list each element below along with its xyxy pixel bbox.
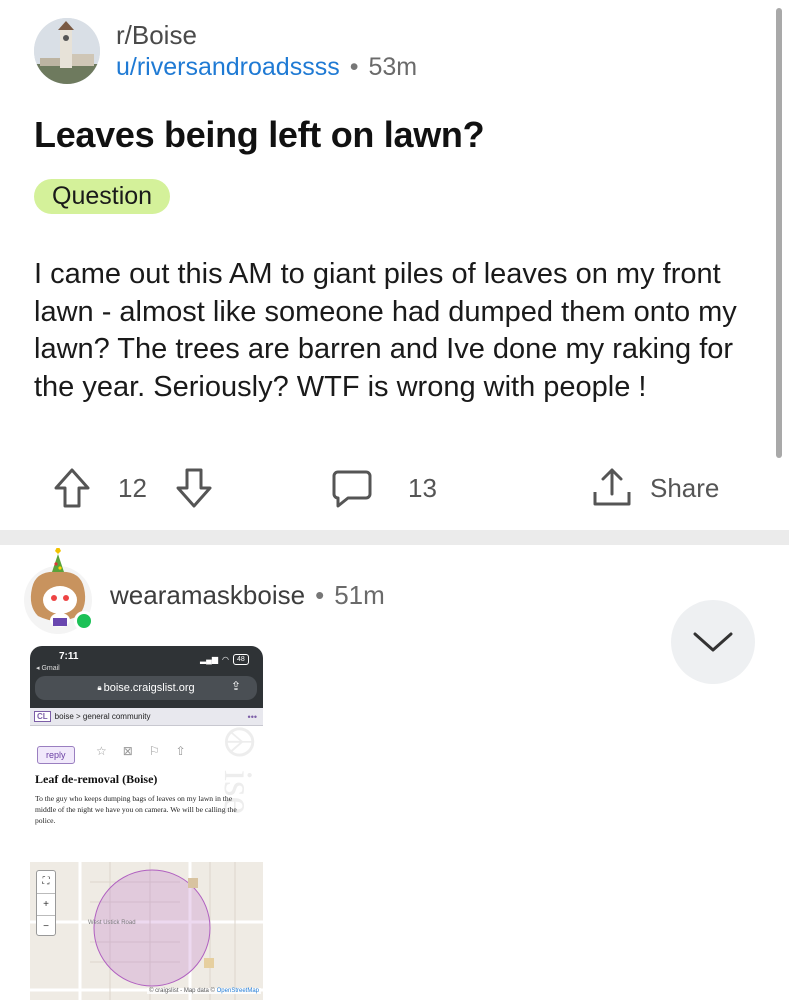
image-url-bar: 🔒︎ boise.craigslist.org	[35, 676, 257, 700]
image-url: boise.craigslist.org	[103, 682, 195, 694]
post-author[interactable]: u/riversandroadssss	[116, 51, 340, 83]
hide-icon: ⊠	[122, 744, 133, 758]
image-post-icons: ☆ ⊠ ⚐ ⇧	[96, 744, 186, 758]
upload-icon: ⇧	[175, 744, 186, 758]
flag-icon: ⚐	[148, 744, 160, 758]
post-header: r/Boise u/riversandroadssss • 53m	[34, 16, 417, 86]
upvote-button[interactable]	[52, 462, 92, 514]
zoom-out-icon: −	[37, 915, 55, 936]
share-button[interactable]: Share	[590, 462, 719, 514]
star-icon: ☆	[96, 744, 107, 758]
image-status-icons: ▂▄▆ ◠ 48	[200, 654, 249, 665]
comment-author[interactable]: wearamaskboise	[110, 580, 305, 611]
image-status-time: 7:11	[59, 651, 79, 662]
share-label: Share	[650, 472, 720, 503]
comment-icon	[332, 470, 372, 508]
comment-meta: wearamaskboise • 51m	[110, 580, 385, 611]
map-attribution-text: © craigslist - Map data ©	[149, 988, 215, 994]
map-attribution-link: OpenStreetMap	[216, 988, 259, 994]
vote-count: 12	[118, 472, 147, 503]
craigslist-logo: CL	[34, 711, 51, 722]
image-post-heading: Leaf de-removal (Boise)	[35, 772, 158, 786]
map-road-label: West Ustick Road	[88, 920, 136, 926]
section-divider	[0, 530, 789, 545]
battery-icon: 48	[232, 654, 249, 665]
post-body: I came out this AM to giant piles of lea…	[34, 258, 737, 403]
subreddit-name[interactable]: r/Boise	[116, 19, 417, 51]
comments-button[interactable]: 13	[330, 462, 437, 514]
wifi-icon: ◠	[221, 655, 229, 664]
map-zoom-controls: ⛶ + −	[36, 870, 56, 936]
collapse-comment-button[interactable]	[671, 600, 755, 684]
separator-dot: •	[349, 53, 359, 81]
subreddit-avatar[interactable]	[34, 18, 100, 84]
post-title: Leaves being left on lawn?	[34, 114, 485, 155]
image-share-icon: ⇪	[231, 679, 242, 693]
lock-icon: 🔒︎	[97, 683, 102, 692]
online-status-dot	[74, 611, 94, 631]
more-icon: •••	[247, 711, 257, 722]
downvote-icon	[176, 468, 212, 508]
post-action-bar: 12 13 Share	[0, 462, 789, 514]
scrollbar[interactable]	[776, 8, 782, 458]
image-map: ⛶ + − West Ustick Road © craigslist - Ma…	[30, 862, 263, 1000]
image-back-app: ◂ Gmail	[36, 665, 60, 672]
separator-dot: •	[315, 580, 325, 610]
map-graphic	[30, 862, 263, 1000]
comment-image[interactable]: 7:11 ◂ Gmail ▂▄▆ ◠ 48 🔒︎ boise.craigslis…	[30, 646, 263, 1000]
map-attribution: © craigslist - Map data © OpenStreetMap	[147, 988, 261, 994]
downvote-button[interactable]	[174, 462, 214, 514]
post-flair[interactable]: Question	[34, 179, 171, 214]
chevron-down-icon	[693, 632, 733, 652]
comment-age: 51m	[334, 580, 385, 610]
upvote-icon	[54, 468, 90, 508]
comment-count: 13	[408, 472, 437, 503]
signal-icon: ▂▄▆	[200, 655, 218, 664]
image-post-text: To the guy who keeps dumping bags of lea…	[35, 794, 237, 825]
image-reply-button: reply	[37, 746, 75, 764]
post-age: 53m	[368, 53, 418, 81]
image-browser-bar: 7:11 ◂ Gmail ▂▄▆ ◠ 48 🔒︎ boise.craigslis…	[30, 646, 263, 708]
fullscreen-icon: ⛶	[42, 876, 50, 887]
zoom-in-icon: +	[37, 893, 55, 915]
share-icon	[593, 468, 631, 506]
image-breadcrumb-text: boise > general community	[54, 712, 151, 721]
